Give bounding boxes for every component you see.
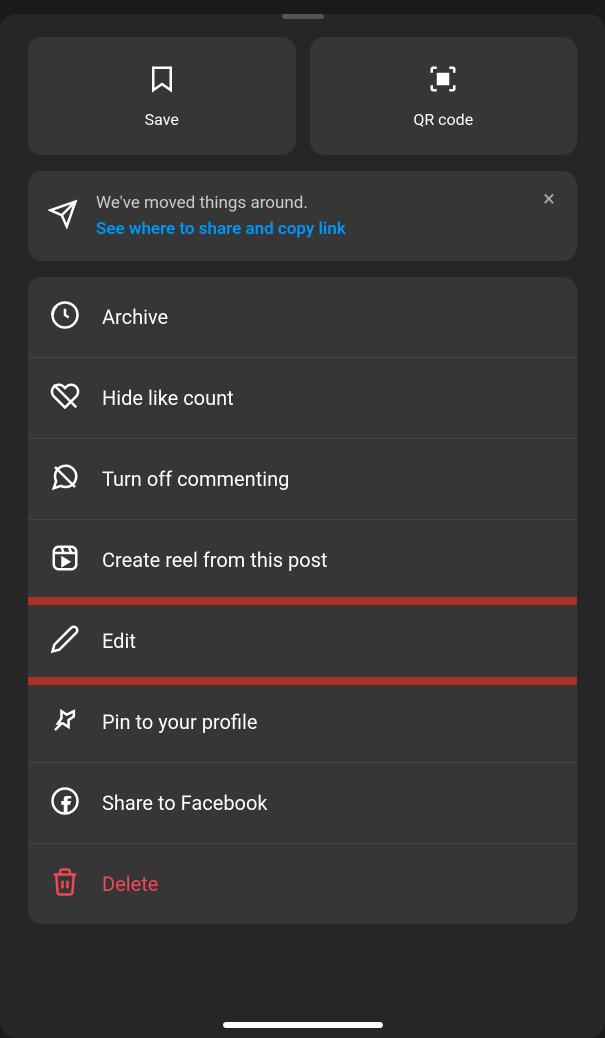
qr-code-button[interactable]: QR code [310,37,578,155]
menu-item-turn-off-commenting[interactable]: Turn off commenting [28,439,577,520]
trash-icon [50,867,80,901]
facebook-icon [50,786,80,820]
comment-slash-icon [50,462,80,496]
create-reel-label: Create reel from this post [102,548,327,572]
notice-link[interactable]: See where to share and copy link [96,219,557,239]
info-notice: We've moved things around. See where to … [28,171,577,261]
pin-icon [50,705,80,739]
turn-off-commenting-label: Turn off commenting [102,467,289,491]
sheet-grabber[interactable] [282,14,324,19]
archive-icon [50,300,80,334]
save-label: Save [145,110,179,129]
qr-code-icon [428,64,458,98]
bookmark-icon [147,64,177,98]
pin-label: Pin to your profile [102,710,257,734]
close-icon[interactable]: × [535,185,563,213]
home-indicator[interactable] [223,1022,383,1028]
archive-label: Archive [102,305,168,329]
menu-list: Archive Hide like count Turn off comment… [28,277,577,924]
notice-text: We've moved things around. See where to … [96,193,557,239]
heart-slash-icon [50,381,80,415]
share-facebook-label: Share to Facebook [102,791,268,815]
send-icon [48,199,78,233]
pencil-icon [50,624,80,658]
reel-icon [50,543,80,577]
menu-item-hide-likes[interactable]: Hide like count [28,358,577,439]
save-button[interactable]: Save [28,37,296,155]
menu-item-archive[interactable]: Archive [28,277,577,358]
notice-line1: We've moved things around. [96,193,557,213]
menu-item-create-reel[interactable]: Create reel from this post [28,520,577,601]
edit-label: Edit [102,629,136,653]
hide-likes-label: Hide like count [102,386,234,410]
menu-item-delete[interactable]: Delete [28,844,577,924]
delete-label: Delete [102,872,158,896]
qr-code-label: QR code [413,110,473,129]
action-sheet: Save QR code We've moved things around. … [0,14,605,1038]
menu-item-edit[interactable]: Edit [28,601,577,682]
menu-item-share-facebook[interactable]: Share to Facebook [28,763,577,844]
menu-item-pin[interactable]: Pin to your profile [28,682,577,763]
top-button-row: Save QR code [0,37,605,171]
